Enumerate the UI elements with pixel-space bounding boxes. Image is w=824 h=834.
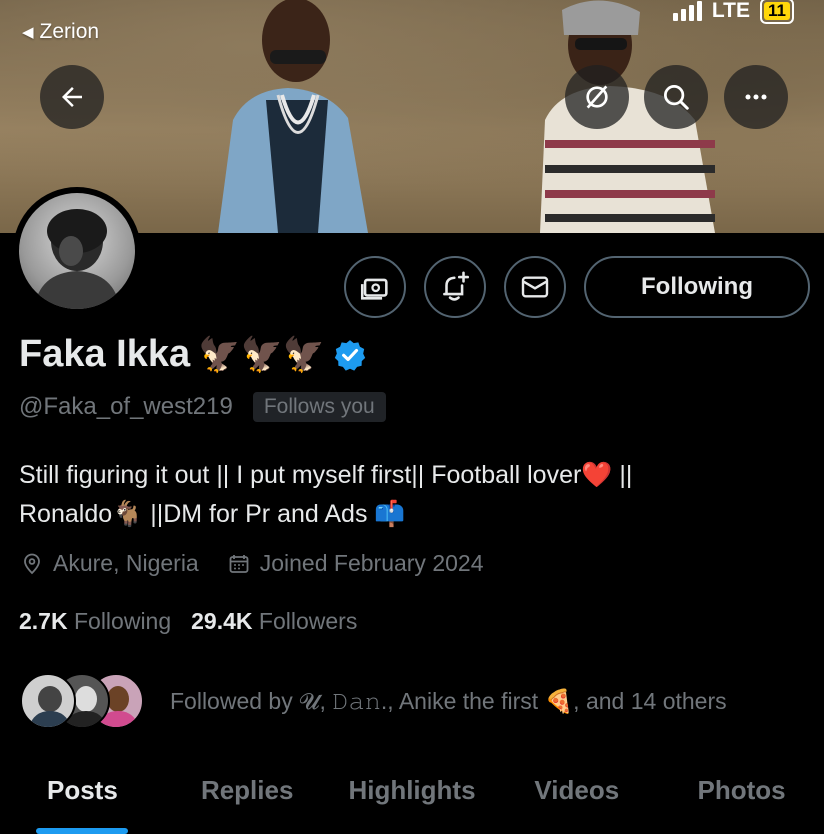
followers-count-label: Followers <box>258 608 358 634</box>
tab-photos[interactable]: Photos <box>659 760 824 834</box>
notify-button[interactable] <box>424 256 486 318</box>
profile-meta: Akure, Nigeria Joined February 2024 <box>20 550 484 577</box>
profile-tabs: Posts Replies Highlights Videos Photos <box>0 760 824 834</box>
joined-item: Joined February 2024 <box>227 550 484 577</box>
grok-icon <box>586 85 608 109</box>
back-triangle-icon: ◀ <box>22 24 34 41</box>
display-name-row: Faka Ikka 🦅🦅🦅 <box>19 333 367 376</box>
tab-highlights[interactable]: Highlights <box>330 760 495 834</box>
mutual-avatar-1 <box>20 673 76 729</box>
network-label: LTE <box>711 0 751 22</box>
followers-count-link[interactable]: 29.4K Followers <box>191 608 357 635</box>
following-count-link[interactable]: 2.7K Following <box>19 608 171 635</box>
profile-bio: Still figuring it out || I put myself fi… <box>19 456 809 534</box>
more-button[interactable] <box>724 65 788 129</box>
name-emojis: 🦅🦅🦅 <box>198 335 326 374</box>
tab-replies[interactable]: Replies <box>165 760 330 834</box>
money-icon <box>360 278 388 300</box>
user-handle: @Faka_of_west219 <box>19 393 233 420</box>
following-count-label: Following <box>73 608 172 634</box>
followed-by-row[interactable]: Followed by 𝓤, 𝙳𝚊𝚗., Anike the first 🍕, … <box>20 673 727 729</box>
search-button[interactable] <box>644 65 708 129</box>
avatar[interactable] <box>19 193 135 309</box>
display-name: Faka Ikka <box>19 333 191 375</box>
subscribe-button[interactable] <box>344 256 406 318</box>
bell-plus-icon <box>443 271 470 301</box>
following-button[interactable]: Following <box>584 256 810 318</box>
signal-icon <box>672 1 702 21</box>
envelope-icon <box>521 276 549 298</box>
profile-banner[interactable]: ◀ Zerion LTE 11 <box>0 0 824 233</box>
message-button[interactable] <box>504 256 566 318</box>
battery-level: 11 <box>764 2 790 20</box>
location-item: Akure, Nigeria <box>20 550 199 577</box>
status-back-link[interactable]: ◀ Zerion <box>22 20 99 44</box>
arrow-left-icon <box>62 87 82 107</box>
grok-button[interactable] <box>565 65 629 129</box>
follows-you-badge: Follows you <box>252 392 386 422</box>
bio-line-2: Ronaldo🐐 ||DM for Pr and Ads 📫 <box>19 500 406 528</box>
tab-videos[interactable]: Videos <box>494 760 659 834</box>
location-text: Akure, Nigeria <box>53 550 199 576</box>
status-back-label: Zerion <box>39 20 100 43</box>
tab-posts[interactable]: Posts <box>0 760 165 834</box>
verified-badge-icon[interactable] <box>333 338 367 372</box>
calendar-icon <box>229 554 249 573</box>
follow-counts: 2.7K Following 29.4K Followers <box>19 608 357 635</box>
battery-icon: 11 <box>760 0 794 24</box>
profile-avatar-ring <box>13 187 141 315</box>
following-count: 2.7K <box>19 608 68 634</box>
bio-line-1: Still figuring it out || I put myself fi… <box>19 461 633 489</box>
back-button[interactable] <box>40 65 104 129</box>
handle-row: @Faka_of_west219 Follows you <box>19 392 386 422</box>
followers-count: 29.4K <box>191 608 253 634</box>
location-pin-icon <box>24 553 40 574</box>
search-icon <box>664 85 689 110</box>
banner-person-left <box>218 0 368 233</box>
status-indicators: LTE 11 <box>672 0 794 24</box>
joined-text: Joined February 2024 <box>259 550 484 576</box>
avatar-image <box>34 209 120 309</box>
followed-by-text: Followed by 𝓤, 𝙳𝚊𝚗., Anike the first 🍕, … <box>170 687 727 714</box>
more-horizontal-icon <box>745 94 767 100</box>
banner-person-right <box>540 0 715 233</box>
